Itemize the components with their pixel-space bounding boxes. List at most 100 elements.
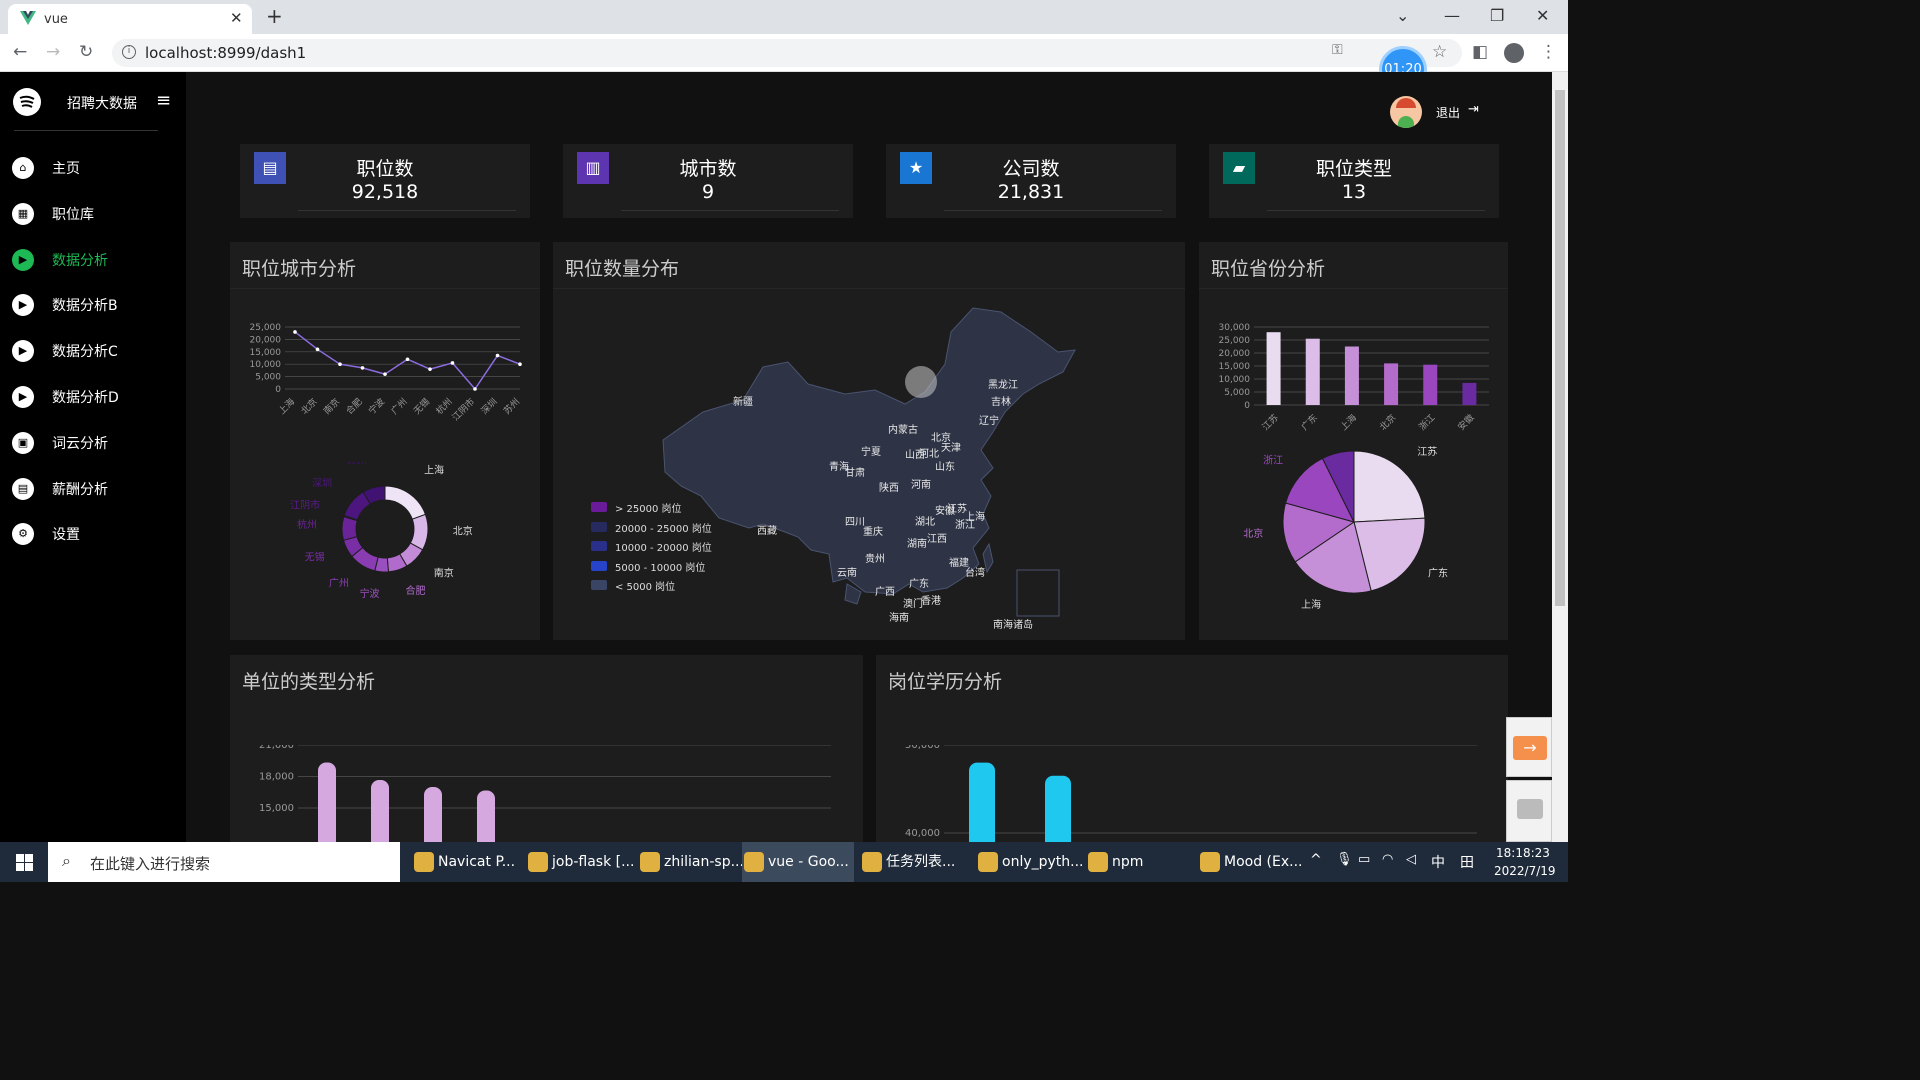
sidebar-item-4[interactable]: ▶ 数据分析C: [0, 331, 186, 371]
line-point[interactable]: [360, 366, 365, 370]
map-province-label[interactable]: 内蒙古: [888, 421, 918, 436]
bar[interactable]: [1266, 332, 1281, 405]
key-icon[interactable]: ⚿: [1332, 42, 1343, 58]
map-province-label[interactable]: 南海诸岛: [993, 616, 1033, 631]
tab-search-icon[interactable]: ⌄: [1396, 6, 1409, 25]
avatar[interactable]: [1390, 96, 1422, 128]
taskbar-app-3[interactable]: vue - Goo...: [742, 842, 854, 882]
map-province-label[interactable]: 山西: [905, 446, 925, 461]
taskbar-search[interactable]: ⌕ 在此键入进行搜索: [48, 842, 400, 882]
map-province-label[interactable]: 黑龙江: [988, 376, 1018, 391]
line-point[interactable]: [473, 387, 477, 391]
map-province-label[interactable]: 陕西: [879, 479, 899, 494]
bar[interactable]: [1423, 364, 1438, 405]
taskbar-app-7[interactable]: Mood (Ex...: [1198, 842, 1303, 882]
line-point[interactable]: [293, 330, 297, 334]
side-widget[interactable]: →: [1506, 717, 1552, 777]
map-province-label[interactable]: 宁夏: [861, 443, 881, 458]
sidebar-item-7[interactable]: ▤ 薪酬分析: [0, 469, 186, 509]
logout-icon[interactable]: ⇥: [1468, 102, 1479, 117]
back-icon[interactable]: ←: [13, 42, 27, 62]
bar[interactable]: [1045, 775, 1071, 845]
map-province-label[interactable]: 海南: [889, 609, 909, 624]
bar[interactable]: [371, 780, 389, 845]
map-province-label[interactable]: 天津: [941, 439, 961, 454]
bar[interactable]: [1462, 382, 1477, 405]
tray-chevron-icon[interactable]: ^: [1310, 852, 1322, 868]
bar[interactable]: [1344, 346, 1359, 406]
line-point[interactable]: [495, 353, 500, 358]
bar[interactable]: [477, 790, 495, 846]
wifi-icon[interactable]: ◠: [1382, 852, 1393, 867]
taskbar-app-0[interactable]: Navicat P...: [412, 842, 515, 882]
map-province-label[interactable]: 云南: [837, 564, 857, 579]
hamburger-icon[interactable]: ≡: [156, 90, 171, 111]
mic-icon[interactable]: 🎙: [1336, 852, 1353, 867]
map-province-label[interactable]: 吉林: [991, 393, 1011, 408]
omnibox[interactable]: i localhost:8999/dash1: [112, 39, 1462, 67]
map-province-label[interactable]: 澳门: [903, 595, 923, 610]
map-province-label[interactable]: 西藏: [757, 522, 777, 537]
scroll-thumb[interactable]: [1555, 90, 1565, 606]
map-province-label[interactable]: 新疆: [733, 393, 753, 408]
bookmark-star-icon[interactable]: ☆: [1432, 42, 1447, 62]
map-province-label[interactable]: 四川: [845, 513, 865, 528]
tab-close-icon[interactable]: ✕: [230, 9, 243, 27]
browser-tab[interactable]: vue ✕: [8, 4, 252, 34]
map-province-label[interactable]: 贵州: [865, 550, 885, 565]
forward-icon[interactable]: →: [46, 42, 60, 62]
side-widget-2[interactable]: [1506, 780, 1552, 842]
sidebar-item-5[interactable]: ▶ 数据分析D: [0, 377, 186, 417]
logout-label[interactable]: 退出: [1436, 104, 1460, 121]
map-province-label[interactable]: 江西: [927, 530, 947, 545]
windows-start-icon[interactable]: [16, 854, 33, 871]
reload-icon[interactable]: ↻: [79, 42, 93, 62]
line-point[interactable]: [518, 362, 522, 366]
map-province-label[interactable]: 山东: [935, 458, 955, 473]
video-off-icon[interactable]: [1517, 799, 1543, 819]
line-point[interactable]: [315, 347, 320, 352]
clock-time[interactable]: 18:18:23: [1496, 846, 1550, 860]
map-province-label[interactable]: 湖南: [907, 535, 927, 550]
profile-icon[interactable]: [1504, 43, 1524, 63]
taskbar-app-5[interactable]: only_pyth...: [976, 842, 1084, 882]
pie-slice[interactable]: [384, 485, 427, 520]
taskbar-app-2[interactable]: zhilian-sp...: [638, 842, 744, 882]
map-province-label[interactable]: 重庆: [863, 523, 883, 538]
sidebar-item-2[interactable]: ▶ 数据分析: [0, 240, 186, 280]
taskbar-app-4[interactable]: 任务列表...: [860, 842, 962, 882]
menu-dots-icon[interactable]: ⋮: [1540, 42, 1557, 62]
ime-indicator[interactable]: 中: [1431, 852, 1445, 872]
minimize-icon[interactable]: —: [1444, 6, 1460, 25]
sidebar-item-8[interactable]: ⚙ 设置: [0, 514, 186, 554]
pie-slice[interactable]: [1353, 450, 1426, 523]
map-province-label[interactable]: 台湾: [965, 564, 985, 579]
bar[interactable]: [1384, 363, 1399, 405]
sidepanel-icon[interactable]: ◧: [1472, 42, 1488, 62]
info-icon[interactable]: i: [122, 45, 136, 59]
sidebar-item-6[interactable]: ▣ 词云分析: [0, 423, 186, 463]
bar[interactable]: [424, 787, 442, 845]
map-province-label[interactable]: 河南: [911, 476, 931, 491]
page-scrollbar[interactable]: [1552, 72, 1568, 842]
line-point[interactable]: [428, 367, 432, 371]
new-tab-icon[interactable]: +: [266, 4, 283, 28]
line-point[interactable]: [405, 357, 410, 362]
taskbar-app-1[interactable]: job-flask [...: [526, 842, 634, 882]
volume-icon[interactable]: ◁: [1406, 852, 1416, 867]
map-province-label[interactable]: 江苏: [947, 500, 967, 515]
window-close-icon[interactable]: ✕: [1536, 6, 1549, 25]
bar[interactable]: [318, 762, 336, 846]
map-province-label[interactable]: 香港: [921, 592, 941, 607]
sidebar-item-0[interactable]: ⌂ 主页: [0, 148, 186, 188]
folder-arrow-icon[interactable]: →: [1513, 736, 1547, 760]
line-point[interactable]: [450, 361, 455, 365]
bar[interactable]: [969, 762, 995, 845]
map-province-label[interactable]: 广东: [909, 575, 929, 590]
restore-icon[interactable]: ❐: [1490, 6, 1504, 25]
line-point[interactable]: [338, 362, 342, 366]
map-province-label[interactable]: 甘肃: [845, 464, 865, 479]
map-province-label[interactable]: 湖北: [915, 513, 935, 528]
ime-grid-icon[interactable]: 田: [1460, 852, 1474, 872]
map-province-label[interactable]: 辽宁: [979, 412, 999, 427]
